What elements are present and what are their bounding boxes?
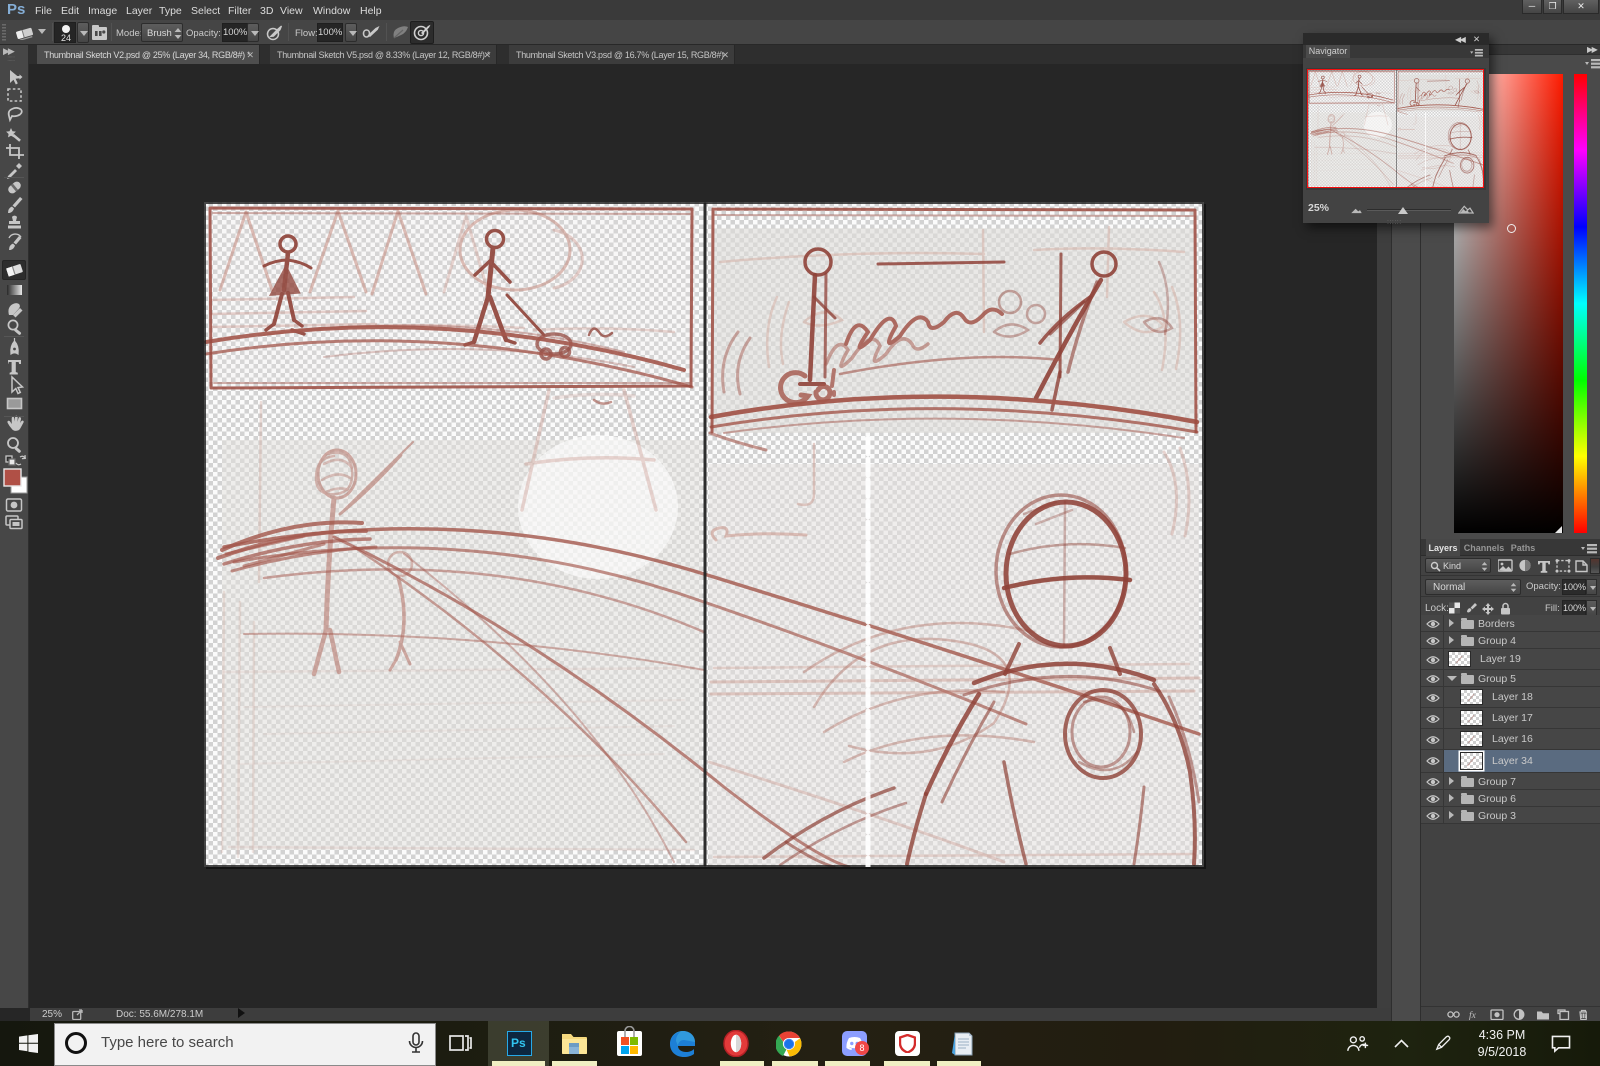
svg-text:fx: fx — [1469, 1010, 1477, 1020]
